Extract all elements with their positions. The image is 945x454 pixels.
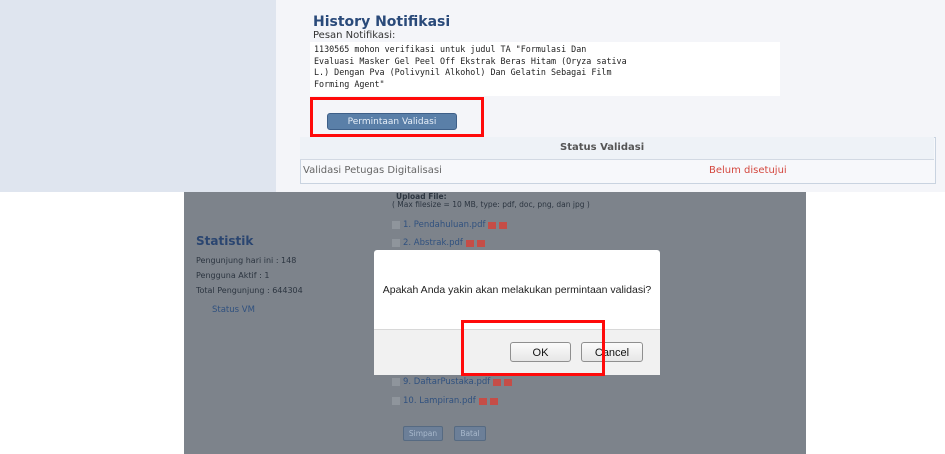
- top-sidebar: [0, 0, 276, 192]
- file-link[interactable]: 1. Pendahuluan.pdf: [403, 220, 485, 230]
- edit-icon[interactable]: [478, 397, 487, 405]
- upload-page-overlay: Upload File: ( Max filesize = 10 MB, typ…: [184, 192, 806, 454]
- message-line: Forming Agent": [314, 78, 385, 89]
- edit-icon[interactable]: [465, 239, 474, 247]
- delete-icon[interactable]: [504, 378, 513, 386]
- message-line: 1130565 mohon verifikasi untuk judul TA …: [314, 44, 587, 54]
- file-link[interactable]: 2. Abstrak.pdf: [403, 238, 463, 248]
- file-item[interactable]: 2. Abstrak.pdf: [392, 238, 485, 248]
- highlight-box-ok: [461, 320, 605, 376]
- history-title: History Notifikasi: [313, 14, 451, 30]
- history-panel: History Notifikasi Pesan Notifikasi: 113…: [0, 0, 945, 192]
- message-line: Evaluasi Masker Gel Peel Off Ekstrak Ber…: [314, 55, 627, 66]
- dialog-message: Apakah Anda yakin akan melakukan permint…: [382, 284, 652, 296]
- file-icon: [392, 378, 400, 386]
- edit-icon[interactable]: [488, 221, 497, 229]
- simpan-button[interactable]: Simpan: [403, 426, 443, 441]
- file-icon: [392, 239, 400, 247]
- edit-icon[interactable]: [493, 378, 502, 386]
- upload-note: ( Max filesize = 10 MB, type: pdf, doc, …: [392, 200, 590, 209]
- stat-active-users: Pengguna Aktif : 1: [196, 271, 270, 280]
- message-text: 1130565 mohon verifikasi untuk judul TA …: [314, 44, 784, 90]
- batal-button[interactable]: Batal: [454, 426, 486, 441]
- message-line: L.) Dengan Pva (Polivynil Alkohol) Dan G…: [314, 67, 612, 77]
- highlight-box-validasi: [310, 97, 484, 137]
- message-label: Pesan Notifikasi:: [313, 30, 396, 41]
- stat-total-visitors: Total Pengunjung : 644304: [196, 286, 303, 295]
- delete-icon[interactable]: [476, 239, 485, 247]
- statistik-title: Statistik: [196, 234, 254, 248]
- file-icon: [392, 221, 400, 229]
- status-name: Validasi Petugas Digitalisasi: [303, 165, 442, 176]
- file-link[interactable]: 10. Lampiran.pdf: [403, 396, 476, 406]
- status-vm-link[interactable]: Status VM: [212, 305, 255, 315]
- file-item[interactable]: 9. DaftarPustaka.pdf: [392, 377, 513, 387]
- file-item[interactable]: 1. Pendahuluan.pdf: [392, 220, 508, 230]
- delete-icon[interactable]: [499, 221, 508, 229]
- stat-visitors-today: Pengunjung hari ini : 148: [196, 256, 297, 265]
- status-title: Status Validasi: [560, 142, 645, 153]
- file-item[interactable]: 10. Lampiran.pdf: [392, 396, 498, 406]
- file-link[interactable]: 9. DaftarPustaka.pdf: [403, 377, 490, 387]
- status-badge: Belum disetujui: [709, 165, 787, 176]
- delete-icon[interactable]: [489, 397, 498, 405]
- file-icon: [392, 397, 400, 405]
